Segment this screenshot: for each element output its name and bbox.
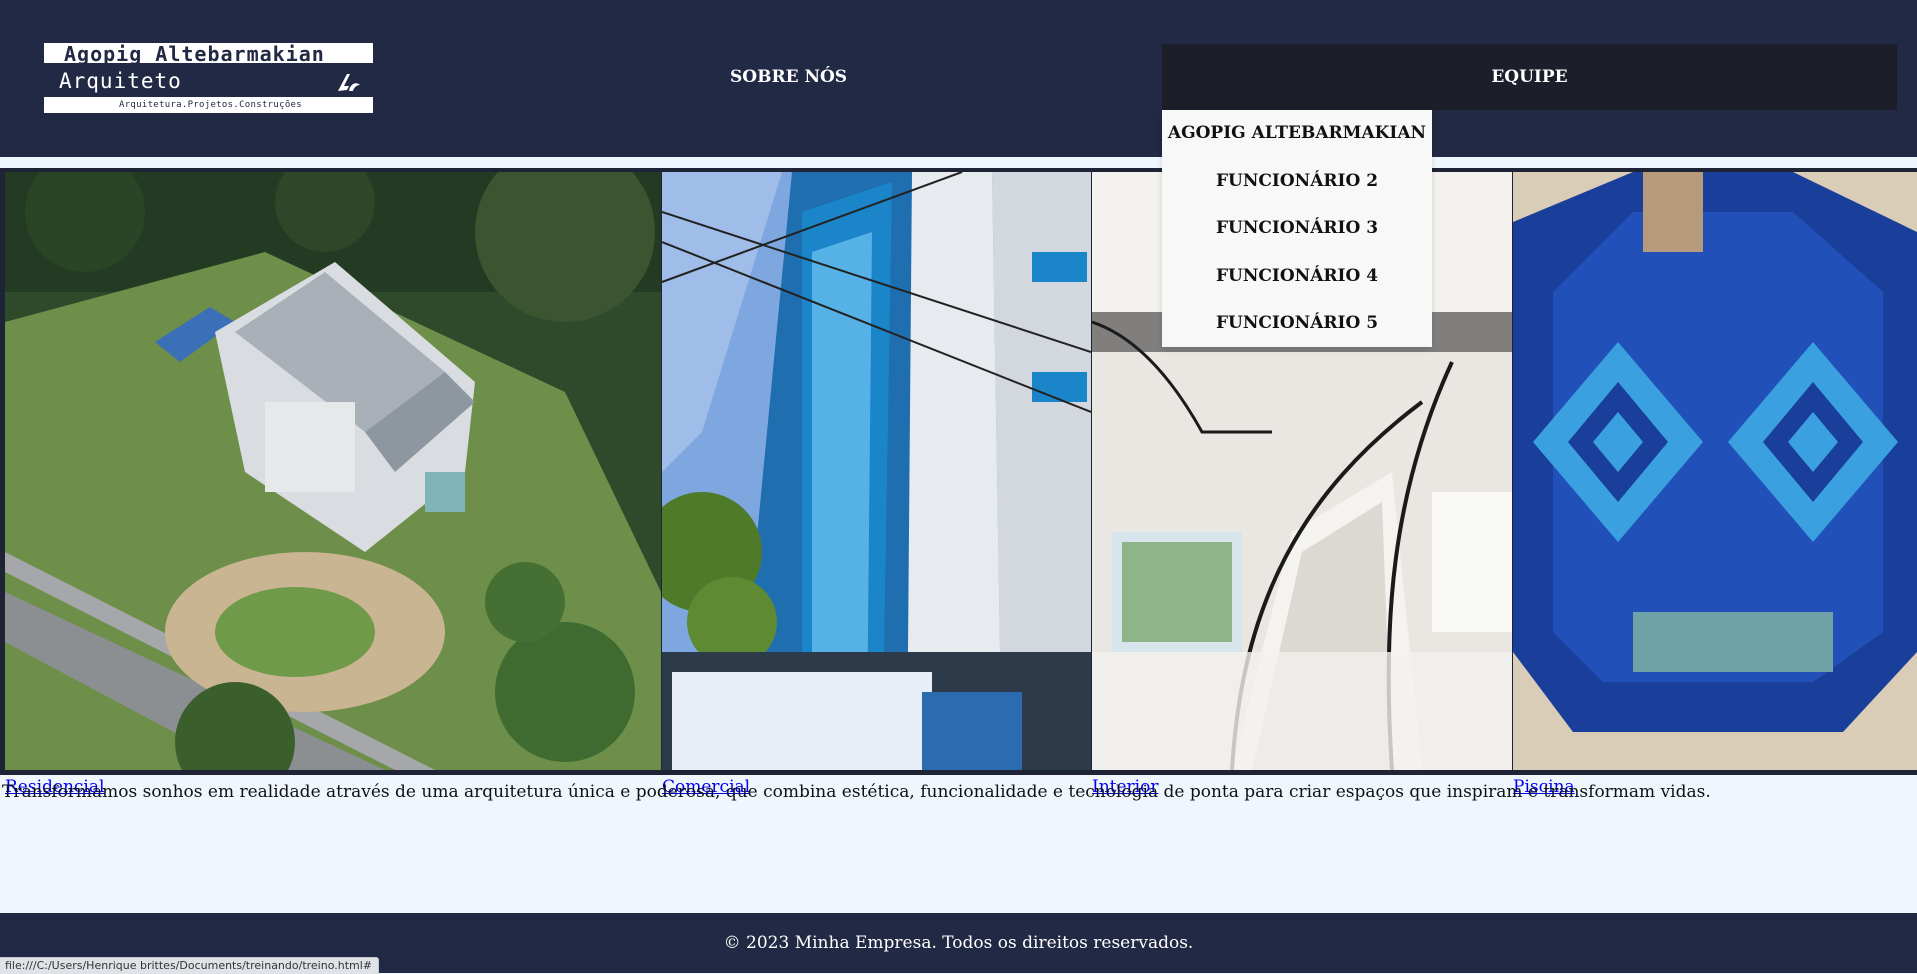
nav-equipe[interactable]: EQUIPE xyxy=(1162,44,1897,110)
team-dropdown-menu: AGOPIG ALTEBARMAKIAN FUNCIONÁRIO 2 FUNCI… xyxy=(1162,110,1432,347)
dropdown-item-funcionario-2[interactable]: FUNCIONÁRIO 2 xyxy=(1162,168,1432,194)
footer-copyright: © 2023 Minha Empresa. Todos os direitos … xyxy=(723,933,1194,953)
company-logo[interactable]: Agopig Altebarmakian Arquiteto Arquitetu… xyxy=(44,43,373,113)
logo-tagline: Arquitetura.Projetos.Construções xyxy=(119,100,302,110)
dropdown-item-funcionario-5[interactable]: FUNCIONÁRIO 5 xyxy=(1162,310,1432,336)
photo-piscina[interactable] xyxy=(1513,172,1917,770)
logo-name: Agopig Altebarmakian xyxy=(64,42,325,66)
architect-mark-icon xyxy=(338,74,360,91)
project-gallery xyxy=(0,168,1917,775)
nav-sobre-nos[interactable]: SOBRE NÓS xyxy=(730,64,847,90)
site-header: Agopig Altebarmakian Arquiteto Arquitetu… xyxy=(0,0,1917,157)
dropdown-item-funcionario-3[interactable]: FUNCIONÁRIO 3 xyxy=(1162,215,1432,241)
browser-status-url: file:///C:/Users/Henrique brittes/Docume… xyxy=(0,957,380,974)
photo-residencial[interactable] xyxy=(5,172,661,770)
intro-text: Transformamos sonhos em realidade atravé… xyxy=(2,782,1711,802)
logo-title: Arquiteto xyxy=(59,69,182,93)
dropdown-item-funcionario-4[interactable]: FUNCIONÁRIO 4 xyxy=(1162,263,1432,289)
dropdown-item-agopig[interactable]: AGOPIG ALTEBARMAKIAN xyxy=(1162,120,1432,146)
photo-comercial[interactable] xyxy=(662,172,1091,770)
